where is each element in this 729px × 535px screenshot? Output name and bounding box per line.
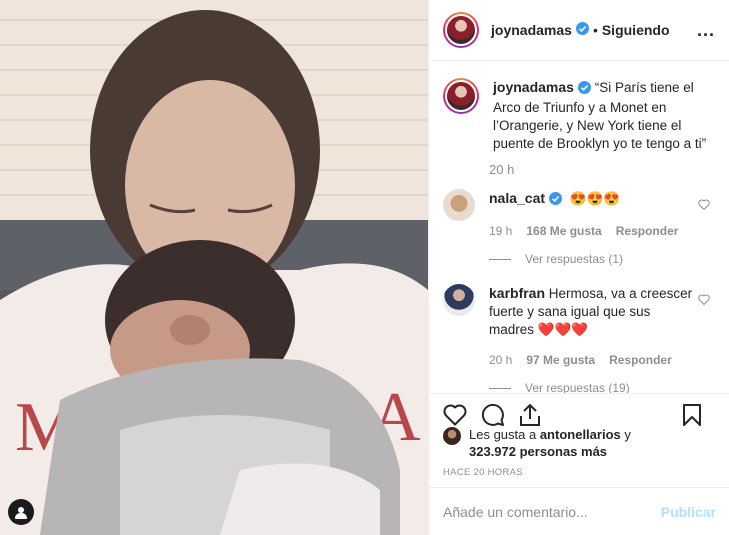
comment-body: nala_cat 😍😍😍 19 h 168 Me gusta Responder…: [489, 189, 699, 268]
comment-time: 19 h: [489, 224, 513, 238]
verified-badge-icon: [549, 192, 563, 210]
comment-username[interactable]: nala_cat: [489, 190, 545, 206]
replies-divider: [489, 387, 511, 389]
commenter-avatar[interactable]: [443, 284, 475, 316]
follow-status-button[interactable]: Siguiendo: [602, 22, 670, 38]
reply-button[interactable]: Responder: [609, 351, 672, 369]
likes-middle: y: [620, 427, 631, 442]
post-photo[interactable]: M A: [0, 0, 428, 535]
comment-username[interactable]: karbfran: [489, 285, 545, 301]
caption-time: 20 h: [489, 162, 515, 177]
comment-likes[interactable]: 168 Me gusta: [526, 222, 601, 240]
caption-text-block: joynadamas “Si París tiene el Arco de Tr…: [493, 78, 716, 153]
view-replies-button[interactable]: Ver respuestas (1): [489, 250, 699, 268]
verified-badge-icon: [577, 81, 591, 99]
liker-avatar[interactable]: [443, 427, 461, 445]
more-icon[interactable]: ...: [697, 20, 715, 41]
author-username[interactable]: joynadamas: [491, 22, 572, 38]
reply-button[interactable]: Responder: [616, 222, 679, 240]
likes-summary: Les gusta a antonellarios y 323.972 pers…: [443, 426, 631, 460]
author-avatar[interactable]: [443, 12, 479, 48]
comment-heart-icon[interactable]: [698, 197, 710, 213]
comment-body: karbfran Hermosa, va a creescer fuerte y…: [489, 284, 699, 393]
comment-meta: 20 h 97 Me gusta Responder: [489, 351, 699, 369]
caption: joynadamas “Si París tiene el Arco de Tr…: [443, 78, 716, 153]
comment-time: 20 h: [489, 353, 513, 367]
likes-prefix: Les gusta a: [469, 427, 540, 442]
liker-username[interactable]: antonellarios: [540, 427, 621, 442]
replies-divider: [489, 258, 511, 260]
comment-meta: 19 h 168 Me gusta Responder: [489, 222, 699, 240]
post-header: joynadamas • Siguiendo ...: [429, 0, 729, 61]
view-replies-button[interactable]: Ver respuestas (19): [489, 379, 699, 393]
separator-dot: •: [592, 22, 598, 38]
add-comment-bar: Publicar: [429, 487, 729, 535]
view-replies-label: Ver respuestas (1): [525, 252, 624, 266]
verified-badge-icon: [575, 22, 589, 38]
comment-item: karbfran Hermosa, va a creescer fuerte y…: [443, 284, 716, 393]
caption-username[interactable]: joynadamas: [493, 79, 574, 95]
user-tag-icon[interactable]: [8, 499, 34, 525]
heart-icon[interactable]: [443, 404, 467, 426]
likes-count[interactable]: 323.972 personas más: [469, 444, 607, 459]
photo-illustration: M A: [0, 0, 428, 535]
comment-input[interactable]: [443, 503, 661, 520]
share-icon[interactable]: [519, 403, 541, 427]
commenter-avatar[interactable]: [443, 189, 475, 221]
post-timestamp: HACE 20 HORAS: [443, 467, 523, 478]
comment-text: 😍😍😍: [569, 191, 621, 206]
comment-heart-icon[interactable]: [698, 292, 710, 308]
comment-icon[interactable]: [481, 403, 505, 427]
post-details-panel: joynadamas • Siguiendo ... joynadamas “S…: [428, 0, 729, 535]
bookmark-icon[interactable]: [682, 403, 702, 427]
comment-likes[interactable]: 97 Me gusta: [526, 351, 595, 369]
view-replies-label: Ver respuestas (19): [525, 381, 630, 393]
comment-item: nala_cat 😍😍😍 19 h 168 Me gusta Responder…: [443, 189, 716, 268]
likes-text: Les gusta a antonellarios y 323.972 pers…: [469, 426, 631, 460]
comments-section: joynadamas “Si París tiene el Arco de Tr…: [429, 62, 729, 393]
caption-avatar[interactable]: [443, 78, 479, 114]
publish-button[interactable]: Publicar: [661, 504, 716, 520]
